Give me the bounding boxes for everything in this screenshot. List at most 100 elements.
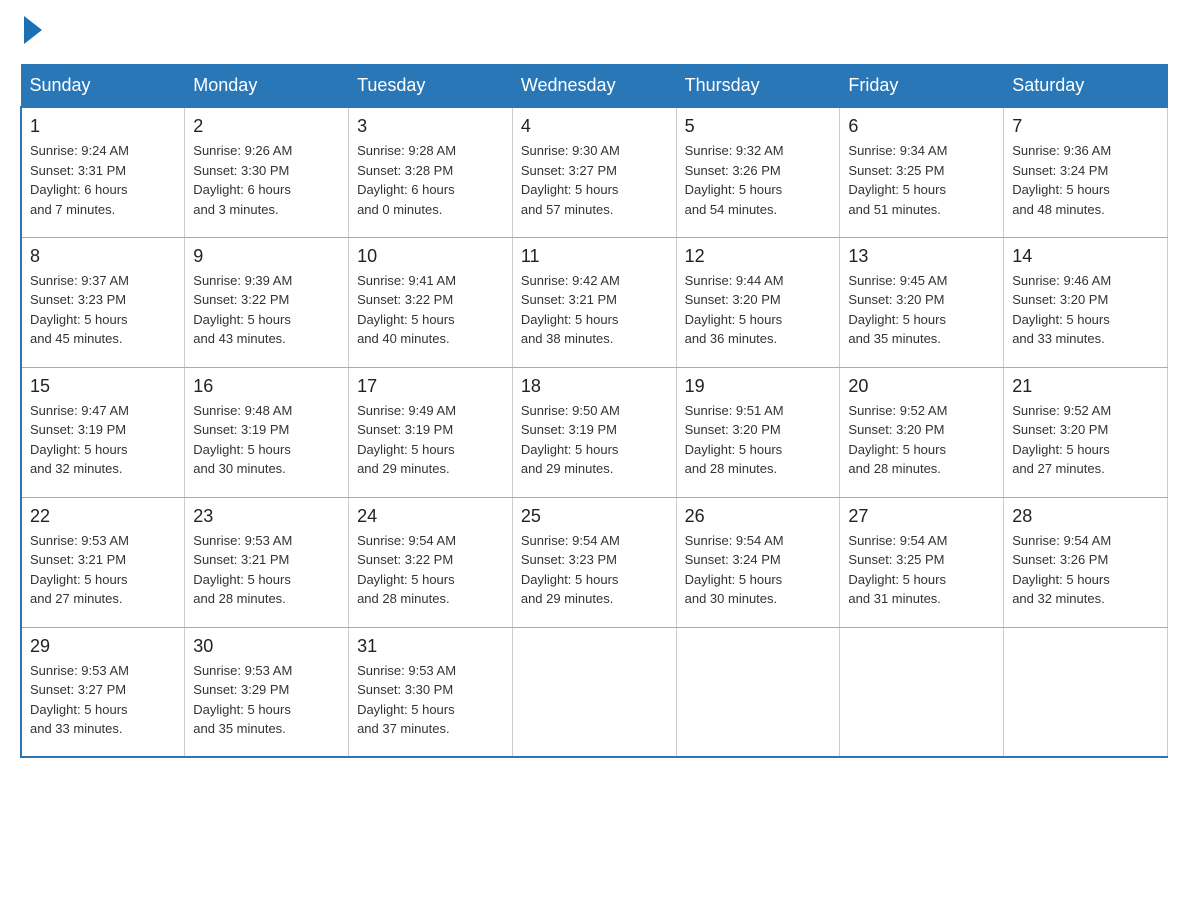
day-number: 12: [685, 246, 832, 267]
calendar-day-cell: 27 Sunrise: 9:54 AM Sunset: 3:25 PM Dayli…: [840, 497, 1004, 627]
day-number: 17: [357, 376, 504, 397]
day-info: Sunrise: 9:37 AM Sunset: 3:23 PM Dayligh…: [30, 271, 176, 349]
calendar-day-cell: 14 Sunrise: 9:46 AM Sunset: 3:20 PM Dayli…: [1004, 237, 1168, 367]
calendar-day-cell: 12 Sunrise: 9:44 AM Sunset: 3:20 PM Dayli…: [676, 237, 840, 367]
calendar-day-cell: 7 Sunrise: 9:36 AM Sunset: 3:24 PM Daylig…: [1004, 107, 1168, 237]
day-number: 10: [357, 246, 504, 267]
calendar-day-cell: 1Sunrise: 9:24 AM Sunset: 3:31 PM Daylig…: [21, 107, 185, 237]
calendar-day-cell: 18 Sunrise: 9:50 AM Sunset: 3:19 PM Dayli…: [512, 367, 676, 497]
day-number: 20: [848, 376, 995, 397]
day-info: Sunrise: 9:34 AM Sunset: 3:25 PM Dayligh…: [848, 141, 995, 219]
day-info: Sunrise: 9:44 AM Sunset: 3:20 PM Dayligh…: [685, 271, 832, 349]
day-info: Sunrise: 9:24 AM Sunset: 3:31 PM Dayligh…: [30, 141, 176, 219]
day-number: 8: [30, 246, 176, 267]
day-info: Sunrise: 9:26 AM Sunset: 3:30 PM Dayligh…: [193, 141, 340, 219]
calendar-day-cell: 17Sunrise: 9:49 AM Sunset: 3:19 PM Dayli…: [349, 367, 513, 497]
calendar-week-row: 22 Sunrise: 9:53 AM Sunset: 3:21 PM Dayli…: [21, 497, 1168, 627]
day-info: Sunrise: 9:48 AM Sunset: 3:19 PM Dayligh…: [193, 401, 340, 479]
weekday-header-row: SundayMondayTuesdayWednesdayThursdayFrid…: [21, 65, 1168, 108]
calendar-day-cell: 8 Sunrise: 9:37 AM Sunset: 3:23 PM Daylig…: [21, 237, 185, 367]
calendar-day-cell: 28 Sunrise: 9:54 AM Sunset: 3:26 PM Dayli…: [1004, 497, 1168, 627]
calendar-day-cell: 23 Sunrise: 9:53 AM Sunset: 3:21 PM Dayli…: [185, 497, 349, 627]
weekday-header-cell: Tuesday: [349, 65, 513, 108]
calendar-day-cell: 19 Sunrise: 9:51 AM Sunset: 3:20 PM Dayli…: [676, 367, 840, 497]
calendar-day-cell: 13Sunrise: 9:45 AM Sunset: 3:20 PM Dayli…: [840, 237, 1004, 367]
day-number: 24: [357, 506, 504, 527]
calendar-table: SundayMondayTuesdayWednesdayThursdayFrid…: [20, 64, 1168, 758]
day-number: 29: [30, 636, 176, 657]
day-info: Sunrise: 9:51 AM Sunset: 3:20 PM Dayligh…: [685, 401, 832, 479]
calendar-day-cell: 21 Sunrise: 9:52 AM Sunset: 3:20 PM Dayli…: [1004, 367, 1168, 497]
day-number: 16: [193, 376, 340, 397]
calendar-week-row: 1Sunrise: 9:24 AM Sunset: 3:31 PM Daylig…: [21, 107, 1168, 237]
weekday-header-cell: Sunday: [21, 65, 185, 108]
day-number: 6: [848, 116, 995, 137]
day-info: Sunrise: 9:54 AM Sunset: 3:26 PM Dayligh…: [1012, 531, 1159, 609]
day-info: Sunrise: 9:53 AM Sunset: 3:21 PM Dayligh…: [30, 531, 176, 609]
day-info: Sunrise: 9:53 AM Sunset: 3:30 PM Dayligh…: [357, 661, 504, 739]
calendar-day-cell: 3Sunrise: 9:28 AM Sunset: 3:28 PM Daylig…: [349, 107, 513, 237]
day-number: 4: [521, 116, 668, 137]
day-info: Sunrise: 9:46 AM Sunset: 3:20 PM Dayligh…: [1012, 271, 1159, 349]
day-info: Sunrise: 9:28 AM Sunset: 3:28 PM Dayligh…: [357, 141, 504, 219]
day-info: Sunrise: 9:39 AM Sunset: 3:22 PM Dayligh…: [193, 271, 340, 349]
day-number: 27: [848, 506, 995, 527]
weekday-header-cell: Friday: [840, 65, 1004, 108]
weekday-header-cell: Saturday: [1004, 65, 1168, 108]
day-number: 26: [685, 506, 832, 527]
calendar-day-cell: [840, 627, 1004, 757]
day-number: 15: [30, 376, 176, 397]
calendar-day-cell: 16 Sunrise: 9:48 AM Sunset: 3:19 PM Dayli…: [185, 367, 349, 497]
day-info: Sunrise: 9:53 AM Sunset: 3:21 PM Dayligh…: [193, 531, 340, 609]
day-info: Sunrise: 9:54 AM Sunset: 3:25 PM Dayligh…: [848, 531, 995, 609]
day-info: Sunrise: 9:42 AM Sunset: 3:21 PM Dayligh…: [521, 271, 668, 349]
day-number: 2: [193, 116, 340, 137]
day-number: 30: [193, 636, 340, 657]
day-info: Sunrise: 9:54 AM Sunset: 3:22 PM Dayligh…: [357, 531, 504, 609]
page-header: [20, 20, 1168, 44]
day-number: 21: [1012, 376, 1159, 397]
day-info: Sunrise: 9:54 AM Sunset: 3:23 PM Dayligh…: [521, 531, 668, 609]
day-number: 23: [193, 506, 340, 527]
day-info: Sunrise: 9:47 AM Sunset: 3:19 PM Dayligh…: [30, 401, 176, 479]
calendar-day-cell: [676, 627, 840, 757]
day-number: 31: [357, 636, 504, 657]
day-number: 22: [30, 506, 176, 527]
day-number: 14: [1012, 246, 1159, 267]
day-number: 5: [685, 116, 832, 137]
calendar-day-cell: 15 Sunrise: 9:47 AM Sunset: 3:19 PM Dayli…: [21, 367, 185, 497]
calendar-day-cell: 10 Sunrise: 9:41 AM Sunset: 3:22 PM Dayli…: [349, 237, 513, 367]
calendar-day-cell: 5 Sunrise: 9:32 AM Sunset: 3:26 PM Daylig…: [676, 107, 840, 237]
logo-line1: [20, 20, 42, 44]
day-number: 18: [521, 376, 668, 397]
calendar-day-cell: 4 Sunrise: 9:30 AM Sunset: 3:27 PM Daylig…: [512, 107, 676, 237]
day-info: Sunrise: 9:54 AM Sunset: 3:24 PM Dayligh…: [685, 531, 832, 609]
day-number: 19: [685, 376, 832, 397]
day-number: 9: [193, 246, 340, 267]
calendar-day-cell: 30Sunrise: 9:53 AM Sunset: 3:29 PM Dayli…: [185, 627, 349, 757]
weekday-header-cell: Thursday: [676, 65, 840, 108]
day-number: 28: [1012, 506, 1159, 527]
calendar-day-cell: [512, 627, 676, 757]
day-info: Sunrise: 9:52 AM Sunset: 3:20 PM Dayligh…: [1012, 401, 1159, 479]
day-number: 7: [1012, 116, 1159, 137]
calendar-day-cell: 6 Sunrise: 9:34 AM Sunset: 3:25 PM Daylig…: [840, 107, 1004, 237]
calendar-week-row: 15 Sunrise: 9:47 AM Sunset: 3:19 PM Dayli…: [21, 367, 1168, 497]
calendar-day-cell: 20Sunrise: 9:52 AM Sunset: 3:20 PM Dayli…: [840, 367, 1004, 497]
logo: [20, 20, 42, 44]
logo-arrow-icon: [24, 16, 42, 44]
day-info: Sunrise: 9:32 AM Sunset: 3:26 PM Dayligh…: [685, 141, 832, 219]
calendar-day-cell: 9 Sunrise: 9:39 AM Sunset: 3:22 PM Daylig…: [185, 237, 349, 367]
day-info: Sunrise: 9:41 AM Sunset: 3:22 PM Dayligh…: [357, 271, 504, 349]
day-info: Sunrise: 9:30 AM Sunset: 3:27 PM Dayligh…: [521, 141, 668, 219]
calendar-day-cell: [1004, 627, 1168, 757]
calendar-day-cell: 31 Sunrise: 9:53 AM Sunset: 3:30 PM Dayli…: [349, 627, 513, 757]
day-info: Sunrise: 9:50 AM Sunset: 3:19 PM Dayligh…: [521, 401, 668, 479]
day-info: Sunrise: 9:36 AM Sunset: 3:24 PM Dayligh…: [1012, 141, 1159, 219]
calendar-day-cell: 25 Sunrise: 9:54 AM Sunset: 3:23 PM Dayli…: [512, 497, 676, 627]
day-number: 25: [521, 506, 668, 527]
calendar-day-cell: 2 Sunrise: 9:26 AM Sunset: 3:30 PM Daylig…: [185, 107, 349, 237]
calendar-day-cell: 11Sunrise: 9:42 AM Sunset: 3:21 PM Dayli…: [512, 237, 676, 367]
calendar-week-row: 8 Sunrise: 9:37 AM Sunset: 3:23 PM Daylig…: [21, 237, 1168, 367]
calendar-day-cell: 22 Sunrise: 9:53 AM Sunset: 3:21 PM Dayli…: [21, 497, 185, 627]
